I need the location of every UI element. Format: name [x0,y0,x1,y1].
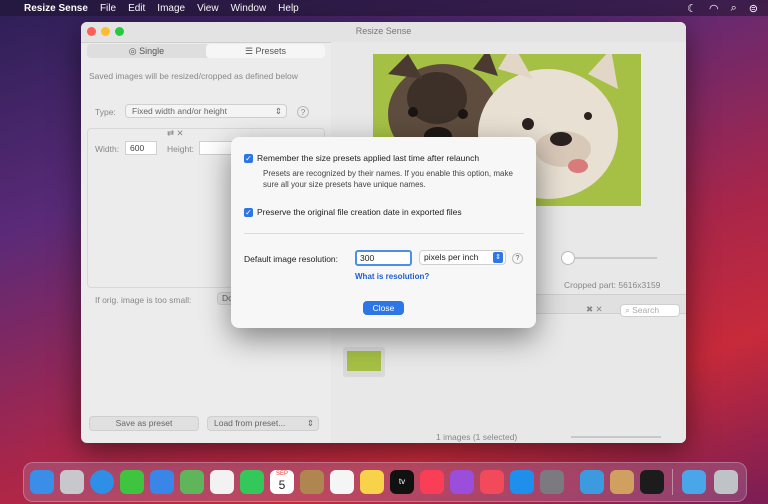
dock: SEP 5 tv [23,462,747,502]
messages-icon[interactable] [120,470,144,494]
menu-image[interactable]: Image [157,3,185,14]
preview-app-icon[interactable] [610,470,634,494]
notes-icon[interactable] [360,470,384,494]
control-center-icon[interactable]: ⊜ [749,2,758,15]
width-label: Width: [95,144,120,154]
terminal-icon[interactable] [640,470,664,494]
calendar-icon[interactable]: SEP 5 [270,470,294,494]
menu-file[interactable]: File [100,3,116,14]
resolution-input[interactable]: 300 [355,250,412,266]
safari-icon[interactable] [90,470,114,494]
save-preset-button[interactable]: Save as preset [89,416,199,431]
height-label: Height: [167,144,194,154]
calendar-day: 5 [278,478,286,492]
apple-tv-icon[interactable]: tv [390,470,414,494]
resize-sense-icon[interactable] [580,470,604,494]
calendar-month: SEP [275,471,288,477]
wifi-icon[interactable]: ◠ [709,2,719,15]
chevron-updown-icon: ⇕ [274,106,282,116]
title-bar: Resize Sense [81,22,686,43]
remember-presets-label: Remember the size presets applied last t… [257,153,480,163]
window-title: Resize Sense [355,26,412,36]
type-select[interactable]: Fixed width and/or height ⇕ [125,104,287,118]
mail-icon[interactable] [150,470,174,494]
close-button[interactable]: Close [363,301,404,315]
menu-window[interactable]: Window [231,3,267,14]
status-text: 1 images (1 selected) [436,432,518,442]
launchpad-icon[interactable] [60,470,84,494]
resolution-unit-select[interactable]: pixels per inch ⇕ [419,250,506,265]
menu-help[interactable]: Help [278,3,299,14]
music-icon[interactable] [420,470,444,494]
mode-segmented-control: ◎ Single ☰ Presets [87,44,325,58]
help-icon[interactable]: ? [512,253,523,264]
tab-presets[interactable]: ☰ Presets [206,44,325,58]
swap-icon[interactable]: ⇄ ✕ [167,128,184,139]
trash-icon[interactable] [714,470,738,494]
menu-view[interactable]: View [197,3,219,14]
menu-bar: Resize Sense File Edit Image View Window… [0,0,768,16]
thumbnail-image [347,351,381,371]
search-icon[interactable]: ⌕ [731,2,737,15]
preferences-dialog: ✓ Remember the size presets applied last… [231,137,536,328]
width-field[interactable]: 600 [125,141,157,155]
system-preferences-icon[interactable] [540,470,564,494]
moon-icon[interactable]: ☾ [687,2,697,15]
photos-icon[interactable] [210,470,234,494]
what-is-resolution-link[interactable]: What is resolution? [355,272,429,281]
chevron-updown-icon: ⇕ [493,252,503,263]
tab-single[interactable]: ◎ Single [87,44,206,58]
help-icon[interactable]: ? [297,106,309,118]
resolution-label: Default image resolution: [244,254,339,264]
menu-app-name[interactable]: Resize Sense [24,3,88,14]
thumbnail-item[interactable] [343,347,385,377]
podcasts-icon[interactable] [450,470,474,494]
preserve-date-checkbox[interactable]: ✓ [244,208,253,217]
contacts-icon[interactable] [300,470,324,494]
thumbnail-size-slider[interactable] [571,436,661,438]
dock-divider [672,469,673,495]
delete-icon[interactable]: ✖ ✕ [586,304,603,315]
divider [244,233,524,234]
finder-icon[interactable] [30,470,54,494]
news-icon[interactable] [480,470,504,494]
menu-edit[interactable]: Edit [128,3,145,14]
preserve-date-label: Preserve the original file creation date… [257,207,462,217]
info-text: Saved images will be resized/cropped as … [89,71,298,81]
reminders-icon[interactable] [330,470,354,494]
load-preset-select[interactable]: Load from preset... ⇕ [207,416,319,431]
type-label: Type: [95,107,116,117]
small-image-label: If orig. image is too small: [95,295,192,305]
remember-presets-checkbox[interactable]: ✓ [244,154,253,163]
zoom-slider-track[interactable] [567,257,657,259]
downloads-folder-icon[interactable] [682,470,706,494]
maps-icon[interactable] [180,470,204,494]
remember-presets-note: Presets are recognized by their names. I… [263,169,513,189]
chevron-updown-icon: ⇕ [306,418,314,428]
zoom-slider-thumb[interactable] [561,251,575,265]
app-store-icon[interactable] [510,470,534,494]
search-field[interactable]: ⌕ Search [620,304,680,317]
facetime-icon[interactable] [240,470,264,494]
cropped-part-text: Cropped part: 5616x3159 [564,280,661,290]
